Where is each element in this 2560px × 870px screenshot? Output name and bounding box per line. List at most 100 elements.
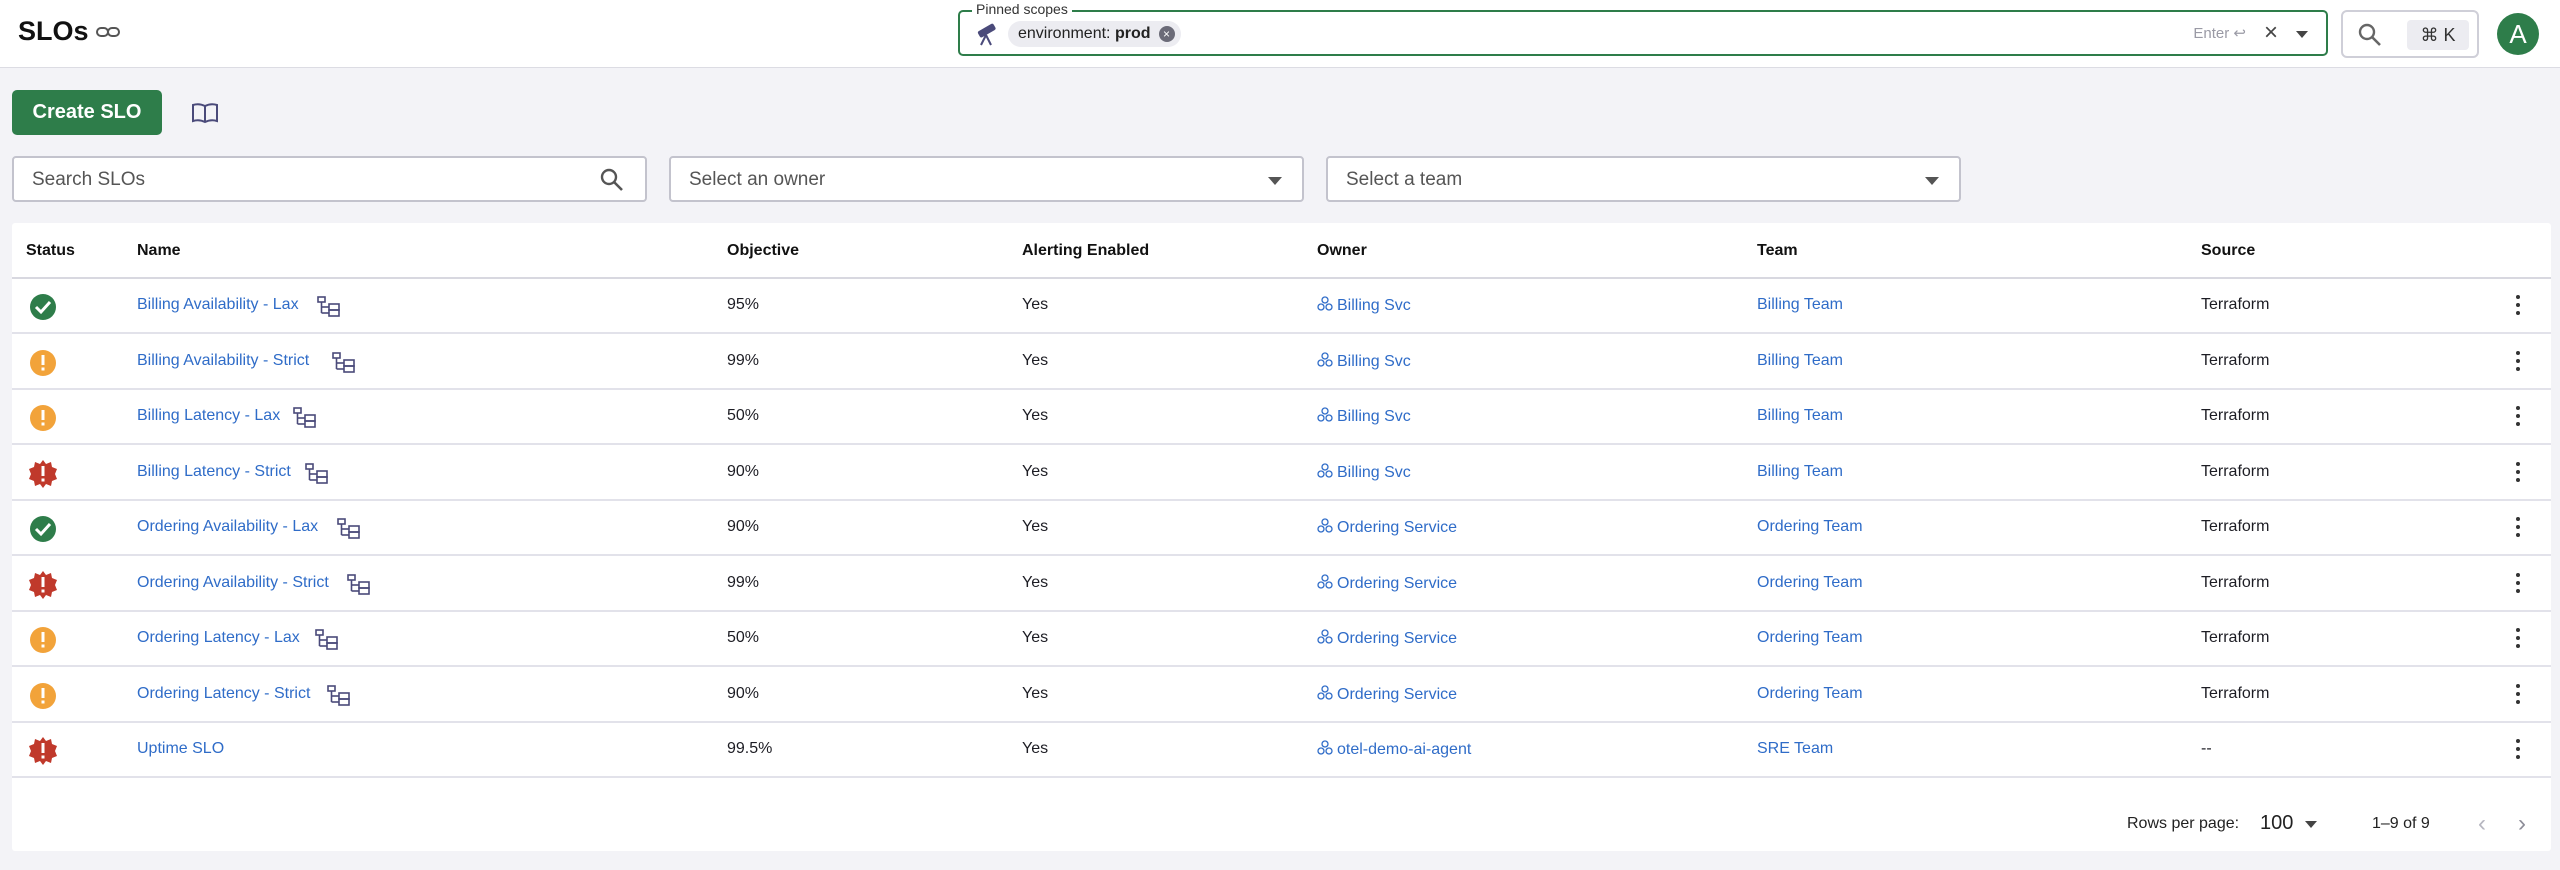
- objective-value: 95%: [727, 296, 760, 313]
- team-link[interactable]: Ordering Team: [1757, 685, 1863, 703]
- owner-select[interactable]: Select an owner: [669, 156, 1304, 202]
- column-header-alerting[interactable]: Alerting Enabled: [1022, 242, 1149, 260]
- chip-remove-icon[interactable]: ×: [1158, 26, 1175, 42]
- owner-link[interactable]: Billing Svc: [1317, 296, 1411, 315]
- service-icon: [1317, 740, 1333, 755]
- table-row[interactable]: Billing Latency - Strict 90% Yes Billing Sv…: [12, 446, 2551, 501]
- team-link[interactable]: Billing Team: [1757, 407, 1843, 425]
- table-row[interactable]: Ordering Availability - Strict 99% Yes Orde…: [12, 557, 2551, 612]
- status-warning-icon: [30, 405, 56, 431]
- hierarchy-icon[interactable]: [347, 573, 371, 596]
- objective-value: 99%: [727, 573, 760, 591]
- owner-name: Billing Svc: [1337, 297, 1411, 314]
- book-icon[interactable]: [191, 101, 219, 125]
- alerting-value: Yes: [1022, 518, 1049, 535]
- pinned-scopes-field[interactable]: Pinned scopes environment: prod × Enter …: [958, 1, 2328, 56]
- status-critical-icon: [29, 737, 57, 765]
- slo-name-link[interactable]: Ordering Availability - Lax: [137, 518, 318, 536]
- hierarchy-icon[interactable]: [315, 629, 339, 651]
- scope-chip[interactable]: environment: prod ×: [1008, 21, 1181, 47]
- clear-icon[interactable]: ×: [2264, 21, 2278, 45]
- owner-link[interactable]: Ordering Service: [1317, 629, 1457, 648]
- table-row[interactable]: Ordering Latency - Lax 50% Yes Ordering Ser…: [12, 612, 2551, 667]
- owner-name: Ordering Service: [1337, 685, 1458, 703]
- status-warning-icon: [30, 627, 56, 653]
- table-row[interactable]: Ordering Latency - Strict 90% Yes Ordering …: [12, 668, 2551, 723]
- pinned-scopes-label: Pinned scopes: [972, 1, 1072, 17]
- link-icon[interactable]: [95, 22, 121, 42]
- slo-name-link[interactable]: Billing Availability - Strict: [137, 352, 309, 370]
- hierarchy-icon[interactable]: [305, 462, 329, 485]
- table-row[interactable]: Uptime SLO 99.5% Yes otel-demo-ai-agent SRE …: [12, 723, 2551, 778]
- more-actions-icon[interactable]: [2515, 461, 2521, 484]
- owner-link[interactable]: Billing Svc: [1317, 462, 1411, 482]
- team-link[interactable]: Ordering Team: [1757, 574, 1863, 592]
- more-actions-icon[interactable]: [2515, 350, 2521, 373]
- slo-name-link[interactable]: Billing Latency - Lax: [137, 407, 280, 425]
- avatar[interactable]: A: [2497, 13, 2539, 55]
- chevron-right-icon[interactable]: ›: [2518, 810, 2526, 838]
- more-actions-icon[interactable]: [2515, 683, 2521, 706]
- owner-link[interactable]: Ordering Service: [1317, 573, 1457, 593]
- owner-link[interactable]: Ordering Service: [1317, 518, 1457, 537]
- search-slos-field[interactable]: [12, 156, 647, 202]
- chevron-down-icon[interactable]: [2305, 821, 2317, 828]
- more-actions-icon[interactable]: [2515, 517, 2521, 539]
- service-icon: [1317, 407, 1333, 422]
- global-search-button[interactable]: ⌘ K: [2341, 10, 2479, 58]
- keyboard-shortcut: ⌘ K: [2407, 20, 2469, 50]
- column-header-team[interactable]: Team: [1757, 242, 1798, 260]
- owner-link[interactable]: Ordering Service: [1317, 684, 1458, 704]
- slo-name-link[interactable]: Ordering Latency - Strict: [137, 685, 310, 703]
- column-header-owner[interactable]: Owner: [1317, 242, 1367, 260]
- team-link[interactable]: Ordering Team: [1757, 629, 1863, 647]
- team-link[interactable]: Ordering Team: [1757, 518, 1863, 536]
- table-row[interactable]: Billing Latency - Lax 50% Yes Billing Svc Bi…: [12, 390, 2551, 445]
- team-link[interactable]: Billing Team: [1757, 463, 1843, 481]
- objective-value: 50%: [727, 407, 760, 424]
- team-link[interactable]: Billing Team: [1757, 296, 1843, 314]
- column-header-status[interactable]: Status: [26, 242, 75, 260]
- alerting-value: Yes: [1022, 296, 1049, 313]
- hierarchy-icon[interactable]: [293, 407, 317, 429]
- table-row[interactable]: Billing Availability - Lax 95% Yes Billing …: [12, 279, 2551, 334]
- hierarchy-icon[interactable]: [327, 684, 351, 707]
- owner-link[interactable]: otel-demo-ai-agent: [1317, 740, 1471, 759]
- more-actions-icon[interactable]: [2515, 406, 2521, 428]
- rows-per-page-label: Rows per page:: [2127, 815, 2240, 832]
- column-header-name[interactable]: Name: [137, 242, 181, 260]
- hierarchy-icon[interactable]: [317, 296, 341, 318]
- chevron-left-icon[interactable]: ‹: [2478, 810, 2486, 838]
- team-select[interactable]: Select a team: [1326, 156, 1961, 202]
- table-header: Status Name Objective Alerting Enabled O…: [12, 223, 2551, 279]
- create-slo-button[interactable]: Create SLO: [12, 90, 162, 135]
- owner-name: Billing Svc: [1337, 408, 1411, 425]
- slo-name-link[interactable]: Billing Availability - Lax: [137, 296, 299, 314]
- slo-name-link[interactable]: Uptime SLO: [137, 740, 224, 758]
- team-link[interactable]: Billing Team: [1757, 352, 1843, 370]
- more-actions-icon[interactable]: [2515, 628, 2521, 650]
- column-header-source[interactable]: Source: [2201, 242, 2255, 260]
- table-row[interactable]: Ordering Availability - Lax 90% Yes Orderin…: [12, 501, 2551, 556]
- more-actions-icon[interactable]: [2515, 572, 2521, 595]
- column-header-objective[interactable]: Objective: [727, 242, 799, 260]
- slo-name-link[interactable]: Billing Latency - Strict: [137, 463, 291, 481]
- more-actions-icon[interactable]: [2515, 295, 2521, 317]
- slo-name-link[interactable]: Ordering Latency - Lax: [137, 629, 300, 647]
- hierarchy-icon[interactable]: [332, 351, 356, 374]
- status-warning-icon: [30, 349, 56, 376]
- table-row[interactable]: Billing Availability - Strict 99% Yes Billi…: [12, 335, 2551, 390]
- objective-value: 99%: [727, 351, 760, 369]
- slo-name-link[interactable]: Ordering Availability - Strict: [137, 574, 329, 592]
- chevron-down-icon[interactable]: [2296, 31, 2308, 38]
- scope-chip-key: environment:: [1018, 25, 1111, 42]
- more-actions-icon[interactable]: [2515, 739, 2521, 761]
- hierarchy-icon[interactable]: [337, 518, 361, 540]
- rows-per-page-select[interactable]: 100: [2260, 812, 2293, 835]
- owner-link[interactable]: Billing Svc: [1317, 407, 1411, 426]
- alerting-value: Yes: [1022, 684, 1049, 702]
- page-title: SLOs: [18, 16, 89, 46]
- search-input[interactable]: [32, 169, 532, 191]
- owner-link[interactable]: Billing Svc: [1317, 351, 1411, 371]
- team-link[interactable]: SRE Team: [1757, 740, 1833, 758]
